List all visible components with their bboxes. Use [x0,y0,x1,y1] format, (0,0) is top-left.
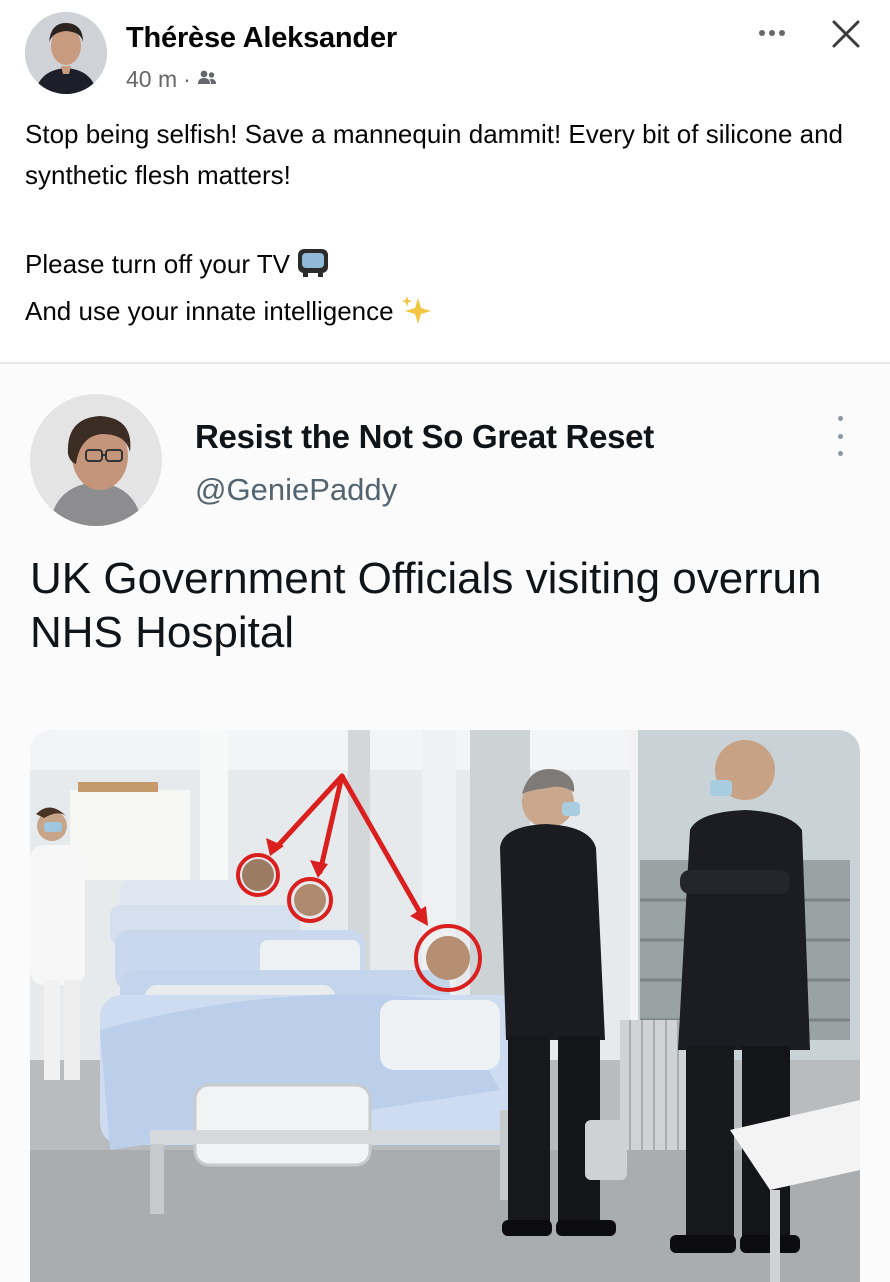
kebab-dot-icon [837,451,843,456]
shared-tweet-card[interactable]: Resist the Not So Great Reset @GeniePadd… [0,362,890,1282]
tweet-display-name[interactable]: Resist the Not So Great Reset [195,418,654,456]
hospital-ward-photo [30,730,860,1282]
more-dot-icon [759,30,765,36]
close-button[interactable] [826,14,866,54]
kebab-dot-icon [837,416,843,421]
post-line-3: And use your innate intelligence [25,291,875,338]
kebab-dot-icon [837,433,843,439]
tv-icon [296,247,330,291]
tweet-more-button[interactable] [832,416,848,456]
close-icon [832,20,860,48]
sparkles-icon [400,294,434,338]
more-dot-icon [769,30,775,36]
facebook-post: Thérèse Aleksander 40 m · Stop being sel… [0,0,890,362]
author-avatar[interactable] [25,12,107,94]
tweet-author-avatar[interactable] [30,394,162,526]
post-body: Stop being selfish! Save a mannequin dam… [25,114,875,338]
post-time[interactable]: 40 m [126,66,177,93]
tweet-text: UK Government Officials visiting overrun… [30,554,822,657]
post-line-3-text: And use your innate intelligence [25,296,394,326]
more-options-button[interactable] [752,18,792,48]
tweet-handle[interactable]: @GeniePaddy [195,472,397,508]
friends-icon [197,66,217,93]
author-name[interactable]: Thérèse Aleksander [126,22,397,55]
post-line-2-text: Please turn off your TV [25,249,290,279]
post-line-2: Please turn off your TV [25,244,875,291]
meta-separator: · [183,66,191,92]
tweet-photo[interactable] [30,730,860,1282]
post-meta: 40 m · [126,66,217,93]
post-line-1: Stop being selfish! Save a mannequin dam… [25,119,844,190]
more-dot-icon [779,30,785,36]
